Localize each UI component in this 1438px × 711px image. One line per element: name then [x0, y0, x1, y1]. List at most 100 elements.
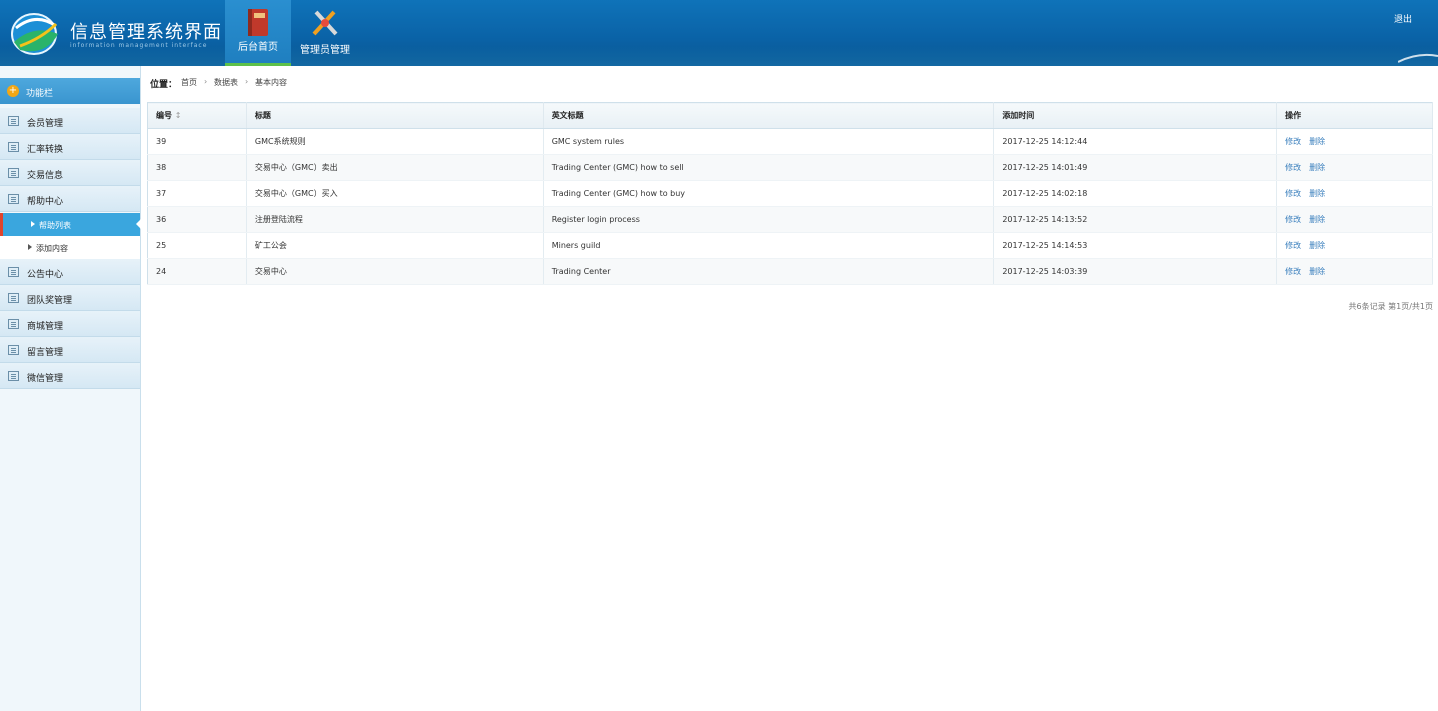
breadcrumb-separator: › [204, 77, 208, 86]
cell-time: 2017-12-25 14:12:44 [993, 128, 1278, 155]
cell-time: 2017-12-25 14:03:39 [993, 258, 1278, 285]
sidebar-sub-add-content[interactable]: 添加内容 [0, 236, 140, 259]
sidebar-sub-help-list[interactable]: 帮助列表 [0, 213, 141, 236]
cell-title: 交易中心 [246, 258, 544, 285]
cell-title: 矿工公会 [246, 232, 544, 259]
table-row: 36 注册登陆流程 Register login process 2017-12… [147, 206, 1433, 233]
sidebar-item-exchange-rate[interactable]: 汇率转换 [0, 134, 140, 160]
cell-time: 2017-12-25 14:01:49 [993, 154, 1278, 181]
sidebar-item-wechat[interactable]: 微信管理 [0, 363, 140, 389]
breadcrumb-label: 位置： [150, 80, 178, 90]
sort-icon[interactable]: ↕ [175, 111, 182, 120]
edit-link[interactable]: 修改 [1285, 267, 1301, 276]
table-row: 25 矿工公会 Miners guild 2017-12-25 14:14:53… [147, 232, 1433, 259]
sidebar-item-label: 团队奖管理 [27, 296, 73, 306]
sidebar-item-announcements[interactable]: 公告中心 [0, 259, 140, 285]
list-icon [8, 293, 19, 303]
cell-title: GMC系统规则 [246, 128, 544, 155]
col-header-title: 标题 [246, 102, 544, 129]
tools-icon [312, 10, 338, 36]
list-icon [8, 116, 19, 126]
header-band [0, 46, 1438, 66]
cell-actions: 修改 删除 [1276, 180, 1433, 207]
breadcrumb-table[interactable]: 数据表 [214, 77, 238, 88]
edit-link[interactable]: 修改 [1285, 189, 1301, 198]
cell-actions: 修改 删除 [1276, 128, 1433, 155]
top-header: 信息管理系统界面 information management interfac… [0, 0, 1438, 66]
cell-title: 交易中心（GMC）卖出 [246, 154, 544, 181]
delete-link[interactable]: 删除 [1309, 267, 1325, 276]
nav-home-label: 后台首页 [238, 42, 278, 53]
col-header-id[interactable]: 编号 ↕ [147, 102, 247, 129]
pagination-info: 共6条记录 第1页/共1页 [1348, 302, 1433, 311]
sidebar-item-label: 汇率转换 [27, 145, 64, 155]
help-list-table: 编号 ↕ 标题 英文标题 添加时间 操作 39 GMC系统规则 GMC syst… [147, 102, 1433, 285]
sidebar-sub-label: 添加内容 [36, 244, 68, 253]
delete-link[interactable]: 删除 [1309, 163, 1325, 172]
cell-en-title: Trading Center [543, 258, 995, 285]
delete-link[interactable]: 删除 [1309, 215, 1325, 224]
breadcrumb: 位置： 首页 › 数据表 › 基本内容 [141, 66, 1438, 98]
monitor-icon [8, 371, 19, 381]
table-row: 39 GMC系统规则 GMC system rules 2017-12-25 1… [147, 128, 1433, 155]
table-row: 24 交易中心 Trading Center 2017-12-25 14:03:… [147, 258, 1433, 285]
cell-en-title: Trading Center (GMC) how to sell [543, 154, 995, 181]
cell-id: 37 [147, 180, 247, 207]
nav-admin-label: 管理员管理 [300, 45, 350, 56]
sidebar-item-label: 公告中心 [27, 270, 64, 280]
sidebar-sub-label: 帮助列表 [39, 221, 71, 230]
edit-link[interactable]: 修改 [1285, 163, 1301, 172]
breadcrumb-separator: › [245, 77, 249, 86]
sidebar-item-mall[interactable]: 商城管理 [0, 311, 140, 337]
breadcrumb-home[interactable]: 首页 [181, 77, 197, 88]
nav-home[interactable]: 后台首页 [225, 0, 291, 66]
table-row: 37 交易中心（GMC）买入 Trading Center (GMC) how … [147, 180, 1433, 207]
col-header-time: 添加时间 [993, 102, 1278, 129]
site-title: 信息管理系统界面 [70, 22, 222, 43]
cell-en-title: Register login process [543, 206, 995, 233]
col-header-en-title: 英文标题 [543, 102, 995, 129]
edit-link[interactable]: 修改 [1285, 137, 1301, 146]
plus-icon: + [7, 85, 19, 97]
edit-icon [8, 194, 19, 204]
sidebar-item-label: 会员管理 [27, 119, 64, 129]
cell-actions: 修改 删除 [1276, 258, 1433, 285]
col-header-label: 编号 [156, 111, 172, 120]
col-header-actions: 操作 [1276, 102, 1433, 129]
sidebar-item-messages[interactable]: 留言管理 [0, 337, 140, 363]
list-icon [8, 319, 19, 329]
cell-id: 36 [147, 206, 247, 233]
cell-time: 2017-12-25 14:14:53 [993, 232, 1278, 259]
sidebar-item-help-center[interactable]: 帮助中心 [0, 186, 140, 212]
delete-link[interactable]: 删除 [1309, 189, 1325, 198]
cell-id: 25 [147, 232, 247, 259]
delete-link[interactable]: 删除 [1309, 137, 1325, 146]
cell-actions: 修改 删除 [1276, 232, 1433, 259]
sidebar-header-label: 功能栏 [26, 89, 54, 99]
list-icon [8, 168, 19, 178]
edit-link[interactable]: 修改 [1285, 215, 1301, 224]
delete-link[interactable]: 删除 [1309, 241, 1325, 250]
sidebar-item-members[interactable]: 会员管理 [0, 108, 140, 134]
caret-right-icon [31, 221, 35, 227]
edit-icon [8, 267, 19, 277]
edit-icon [8, 345, 19, 355]
sidebar-item-label: 微信管理 [27, 374, 64, 384]
cell-actions: 修改 删除 [1276, 154, 1433, 181]
table-row: 38 交易中心（GMC）卖出 Trading Center (GMC) how … [147, 154, 1433, 181]
site-subtitle: information management interface [70, 42, 208, 49]
cell-time: 2017-12-25 14:02:18 [993, 180, 1278, 207]
sidebar-item-label: 留言管理 [27, 348, 64, 358]
caret-right-icon [28, 244, 32, 250]
edit-link[interactable]: 修改 [1285, 241, 1301, 250]
sidebar-header: + 功能栏 [0, 78, 140, 104]
cell-time: 2017-12-25 14:13:52 [993, 206, 1278, 233]
sidebar-item-label: 商城管理 [27, 322, 64, 332]
sidebar-item-trade-info[interactable]: 交易信息 [0, 160, 140, 186]
sidebar: + 功能栏 会员管理 汇率转换 交易信息 帮助中心 帮助列表 添加内容 公告中心… [0, 66, 141, 711]
logout-link[interactable]: 退出 [1394, 12, 1412, 25]
sidebar-item-team-bonus[interactable]: 团队奖管理 [0, 285, 140, 311]
cell-title: 注册登陆流程 [246, 206, 544, 233]
nav-admin[interactable]: 管理员管理 [292, 0, 358, 66]
cell-en-title: Trading Center (GMC) how to buy [543, 180, 995, 207]
